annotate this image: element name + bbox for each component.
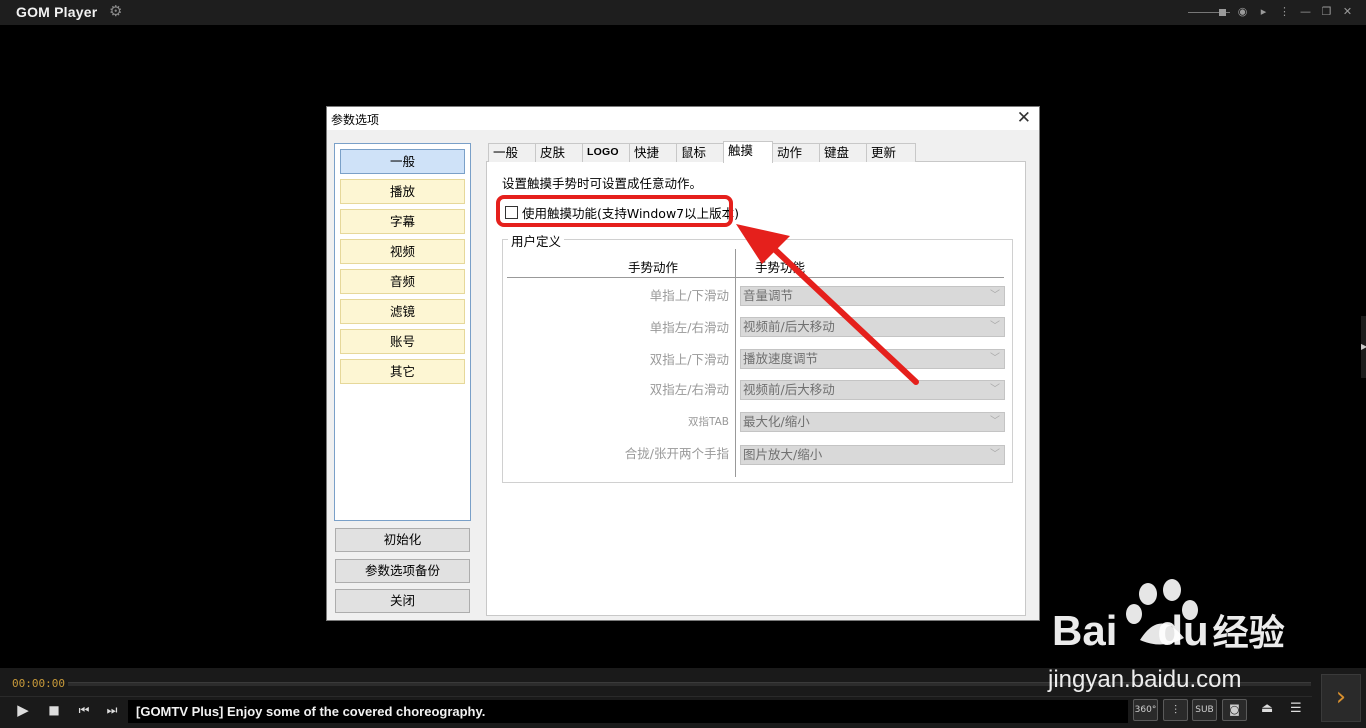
gesture-label: 双指左/右滑动 <box>649 382 729 397</box>
chevron-down-icon: ﹀ <box>990 384 1000 395</box>
function-select: 播放速度调节 ﹀ <box>740 349 1005 369</box>
function-value: 最大化/缩小 <box>743 414 810 429</box>
function-value: 视频前/后大移动 <box>743 319 835 334</box>
gesture-label: 单指上/下滑动 <box>649 288 729 303</box>
group-title: 用户定义 <box>508 231 565 250</box>
tab-touch[interactable]: 触摸 <box>723 141 773 163</box>
category-audio[interactable]: 音频 <box>340 269 465 294</box>
function-value: 视频前/后大移动 <box>743 382 835 397</box>
close-icon[interactable]: ✕ <box>1017 107 1031 130</box>
gesture-label: 双指TAB <box>688 416 729 428</box>
category-filter[interactable]: 滤镜 <box>340 299 465 324</box>
menu-icon[interactable]: ⋮ <box>1276 4 1293 20</box>
tab-shortcut[interactable]: 快捷 <box>629 143 677 162</box>
preferences-dialog: 参数选项 ✕ 一般 播放 字幕 视频 音频 滤镜 账号 其它 初始化 参数选项备… <box>326 106 1040 621</box>
seek-divider <box>0 696 1312 697</box>
gear-icon[interactable]: ⚙ <box>109 3 122 20</box>
menu-icon[interactable]: ☰ <box>1290 701 1302 716</box>
column-gesture-header: 手势动作 <box>628 260 679 275</box>
eject-icon[interactable]: ⏏ <box>1261 701 1273 716</box>
title-bar: GOM Player ⚙ ◉ ▸ ⋮ — ❐ ✕ <box>0 0 1366 25</box>
stop-icon[interactable]: ■ <box>45 701 63 719</box>
category-list: 一般 播放 字幕 视频 音频 滤镜 账号 其它 <box>334 143 471 521</box>
pip-icon[interactable]: ▸ <box>1255 4 1272 20</box>
column-function-header: 手势功能 <box>755 260 806 275</box>
news-ticker[interactable]: [GOMTV Plus] Enjoy some of the covered c… <box>128 700 1128 723</box>
tab-keyboard[interactable]: 键盘 <box>819 143 867 162</box>
tab-mouse[interactable]: 鼠标 <box>676 143 724 162</box>
current-time: 00:00:00 <box>12 677 65 690</box>
function-value: 图片放大/缩小 <box>743 447 823 462</box>
chevron-down-icon: ﹀ <box>990 353 1000 364</box>
chevron-down-icon: ﹀ <box>990 290 1000 301</box>
gesture-label: 双指上/下滑动 <box>649 352 729 367</box>
chevron-right-icon: ▶ <box>1361 342 1366 351</box>
chevron-down-icon: ﹀ <box>990 416 1000 427</box>
vr-360-button[interactable]: 360° <box>1133 699 1158 721</box>
tab-skin[interactable]: 皮肤 <box>535 143 583 162</box>
tab-logo[interactable]: LOGO <box>582 143 630 162</box>
window-controls: ◉ ▸ ⋮ — ❐ ✕ <box>1188 4 1356 20</box>
gesture-label: 合拢/张开两个手指 <box>624 446 729 461</box>
reset-button[interactable]: 初始化 <box>335 528 470 552</box>
subtitle-button[interactable]: SUB <box>1192 699 1217 721</box>
minimize-icon[interactable]: — <box>1297 4 1314 20</box>
volume-slider[interactable] <box>1188 4 1230 20</box>
watermark-brand-text: Bai <box>1052 607 1118 654</box>
tab-general[interactable]: 一般 <box>488 143 536 162</box>
app-logo: GOM Player <box>16 4 98 20</box>
watermark-url: jingyan.baidu.com <box>1048 666 1242 693</box>
category-video[interactable]: 视频 <box>340 239 465 264</box>
maximize-icon[interactable]: ❐ <box>1318 4 1335 20</box>
next-icon[interactable]: ⏭ <box>103 701 121 719</box>
watermark-brand: Bai du 经验 <box>1052 604 1285 656</box>
play-icon[interactable]: ▶ <box>14 701 32 719</box>
playlist-toggle-handle[interactable]: ▶ <box>1361 316 1366 378</box>
red-highlight-box <box>496 195 733 227</box>
function-value: 播放速度调节 <box>743 351 819 366</box>
chevron-down-icon: ﹀ <box>990 321 1000 332</box>
equalizer-icon[interactable]: ⫶ <box>1163 699 1188 721</box>
gesture-label: 单指左/右滑动 <box>649 320 729 335</box>
function-select: 最大化/缩小 ﹀ <box>740 412 1005 432</box>
close-icon[interactable]: ✕ <box>1339 4 1356 20</box>
column-divider <box>735 249 736 477</box>
category-playback[interactable]: 播放 <box>340 179 465 204</box>
tab-action[interactable]: 动作 <box>772 143 820 162</box>
function-select: 图片放大/缩小 ﹀ <box>740 445 1005 465</box>
watermark-brand-suffix: du <box>1157 607 1209 654</box>
category-other[interactable]: 其它 <box>340 359 465 384</box>
tab-update[interactable]: 更新 <box>866 143 916 162</box>
close-button[interactable]: 关闭 <box>335 589 470 613</box>
function-value: 音量调节 <box>743 288 794 303</box>
dialog-title-bar: 参数选项 ✕ <box>327 107 1039 130</box>
category-account[interactable]: 账号 <box>340 329 465 354</box>
touch-description: 设置触摸手势时可设置成任意动作。 <box>502 176 703 191</box>
backup-button[interactable]: 参数选项备份 <box>335 559 470 583</box>
header-divider <box>507 277 1004 278</box>
chevron-right-icon[interactable]: › <box>1321 674 1361 722</box>
watermark-cn: 经验 <box>1212 612 1285 653</box>
category-general[interactable]: 一般 <box>340 149 465 174</box>
dialog-title: 参数选项 <box>331 113 380 127</box>
function-select: 音量调节 ﹀ <box>740 286 1005 306</box>
camera-icon[interactable]: ◙ <box>1222 699 1247 721</box>
previous-icon[interactable]: ⏮ <box>75 701 93 719</box>
function-select: 视频前/后大移动 ﹀ <box>740 317 1005 337</box>
category-subtitle[interactable]: 字幕 <box>340 209 465 234</box>
broadcast-icon[interactable]: ◉ <box>1234 4 1251 20</box>
chevron-down-icon: ﹀ <box>990 449 1000 460</box>
function-select: 视频前/后大移动 ﹀ <box>740 380 1005 400</box>
